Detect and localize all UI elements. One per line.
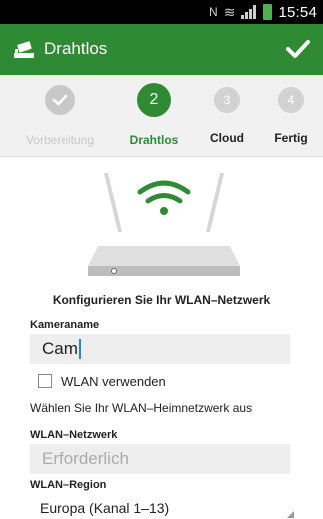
signal-icon: [241, 5, 257, 19]
use-wlan-row[interactable]: WLAN verwenden: [38, 372, 166, 390]
camera-logo-icon: [14, 41, 34, 58]
wifi-status-icon: ≋: [223, 3, 236, 20]
wifi-router-illustration: [88, 173, 240, 276]
step-label: Fertig: [274, 131, 308, 145]
wlan-region-value: Europa (Kanal 1–13): [40, 500, 170, 516]
step-label: Vorbereitung: [25, 133, 95, 147]
wifi-icon: [137, 180, 191, 215]
status-time: 15:54: [278, 3, 317, 21]
step-number: 2: [137, 83, 171, 117]
camera-name-value: Cam: [42, 339, 78, 358]
setup-stepper: Vorbereitung 2 Drahtlos 3 Cloud 4 Fertig: [0, 75, 323, 157]
app-bar: Drahtlos: [0, 24, 323, 75]
step-number: 3: [214, 87, 240, 113]
wlan-network-label: WLAN–Netzwerk: [30, 429, 118, 441]
confirm-check-icon[interactable]: [285, 36, 311, 62]
step-label: Drahtlos: [129, 133, 179, 147]
wlan-region-select[interactable]: Europa (Kanal 1–13): [30, 496, 300, 519]
battery-icon: [263, 4, 273, 20]
use-wlan-checkbox[interactable]: [38, 374, 52, 388]
use-wlan-label: WLAN verwenden: [61, 373, 166, 389]
status-bar: N ≋ 15:54: [0, 0, 323, 24]
step-drahtlos[interactable]: 2 Drahtlos: [114, 83, 194, 147]
camera-name-input[interactable]: Cam: [30, 334, 290, 364]
camera-name-label: Kameraname: [30, 319, 100, 331]
page-title: Drahtlos: [44, 39, 108, 58]
step-number: 4: [278, 87, 304, 113]
step-vorbereitung[interactable]: Vorbereitung: [20, 85, 100, 147]
step-done-check-icon: [45, 85, 75, 115]
network-hint: Wählen Sie Ihr WLAN–Heimnetzwerk aus: [30, 401, 253, 415]
status-icons: N ≋ 15:54: [209, 0, 317, 24]
wlan-region-label: WLAN–Region: [30, 479, 107, 491]
text-cursor: [78, 338, 81, 359]
step-fertig[interactable]: 4 Fertig: [251, 85, 323, 145]
nfc-icon: N: [209, 5, 218, 19]
wlan-instruction: Konfigurieren Sie Ihr WLAN–Netzwerk: [52, 293, 271, 307]
wlan-network-input[interactable]: Erforderlich: [30, 444, 290, 474]
dropdown-arrow-icon: [287, 511, 294, 518]
